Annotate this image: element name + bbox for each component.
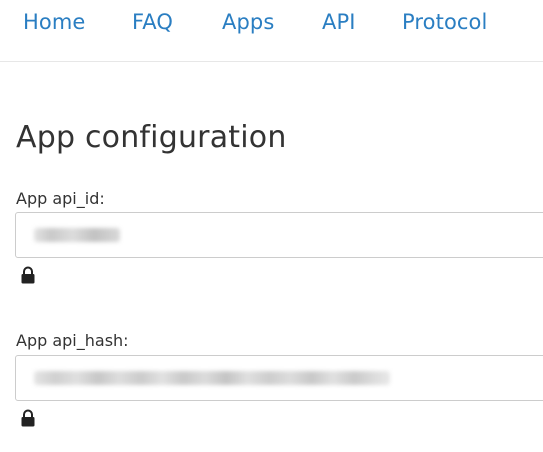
api-hash-label: App api_hash: (16, 331, 129, 350)
nav-faq-link[interactable]: FAQ (132, 10, 173, 34)
api-id-label: App api_id: (16, 189, 105, 208)
lock-icon (21, 409, 35, 427)
nav-apps-link[interactable]: Apps (222, 10, 274, 34)
nav-protocol-link[interactable]: Protocol (402, 10, 487, 34)
top-nav: Home FAQ Apps API Protocol (0, 0, 543, 62)
lock-icon (21, 266, 35, 284)
page-title: App configuration (16, 120, 287, 155)
api-id-redacted-value (34, 228, 120, 242)
nav-home-link[interactable]: Home (23, 10, 85, 34)
api-hash-redacted-value (34, 371, 390, 385)
nav-api-link[interactable]: API (322, 10, 356, 34)
api-hash-field[interactable] (15, 355, 543, 401)
api-id-field[interactable] (15, 212, 543, 258)
